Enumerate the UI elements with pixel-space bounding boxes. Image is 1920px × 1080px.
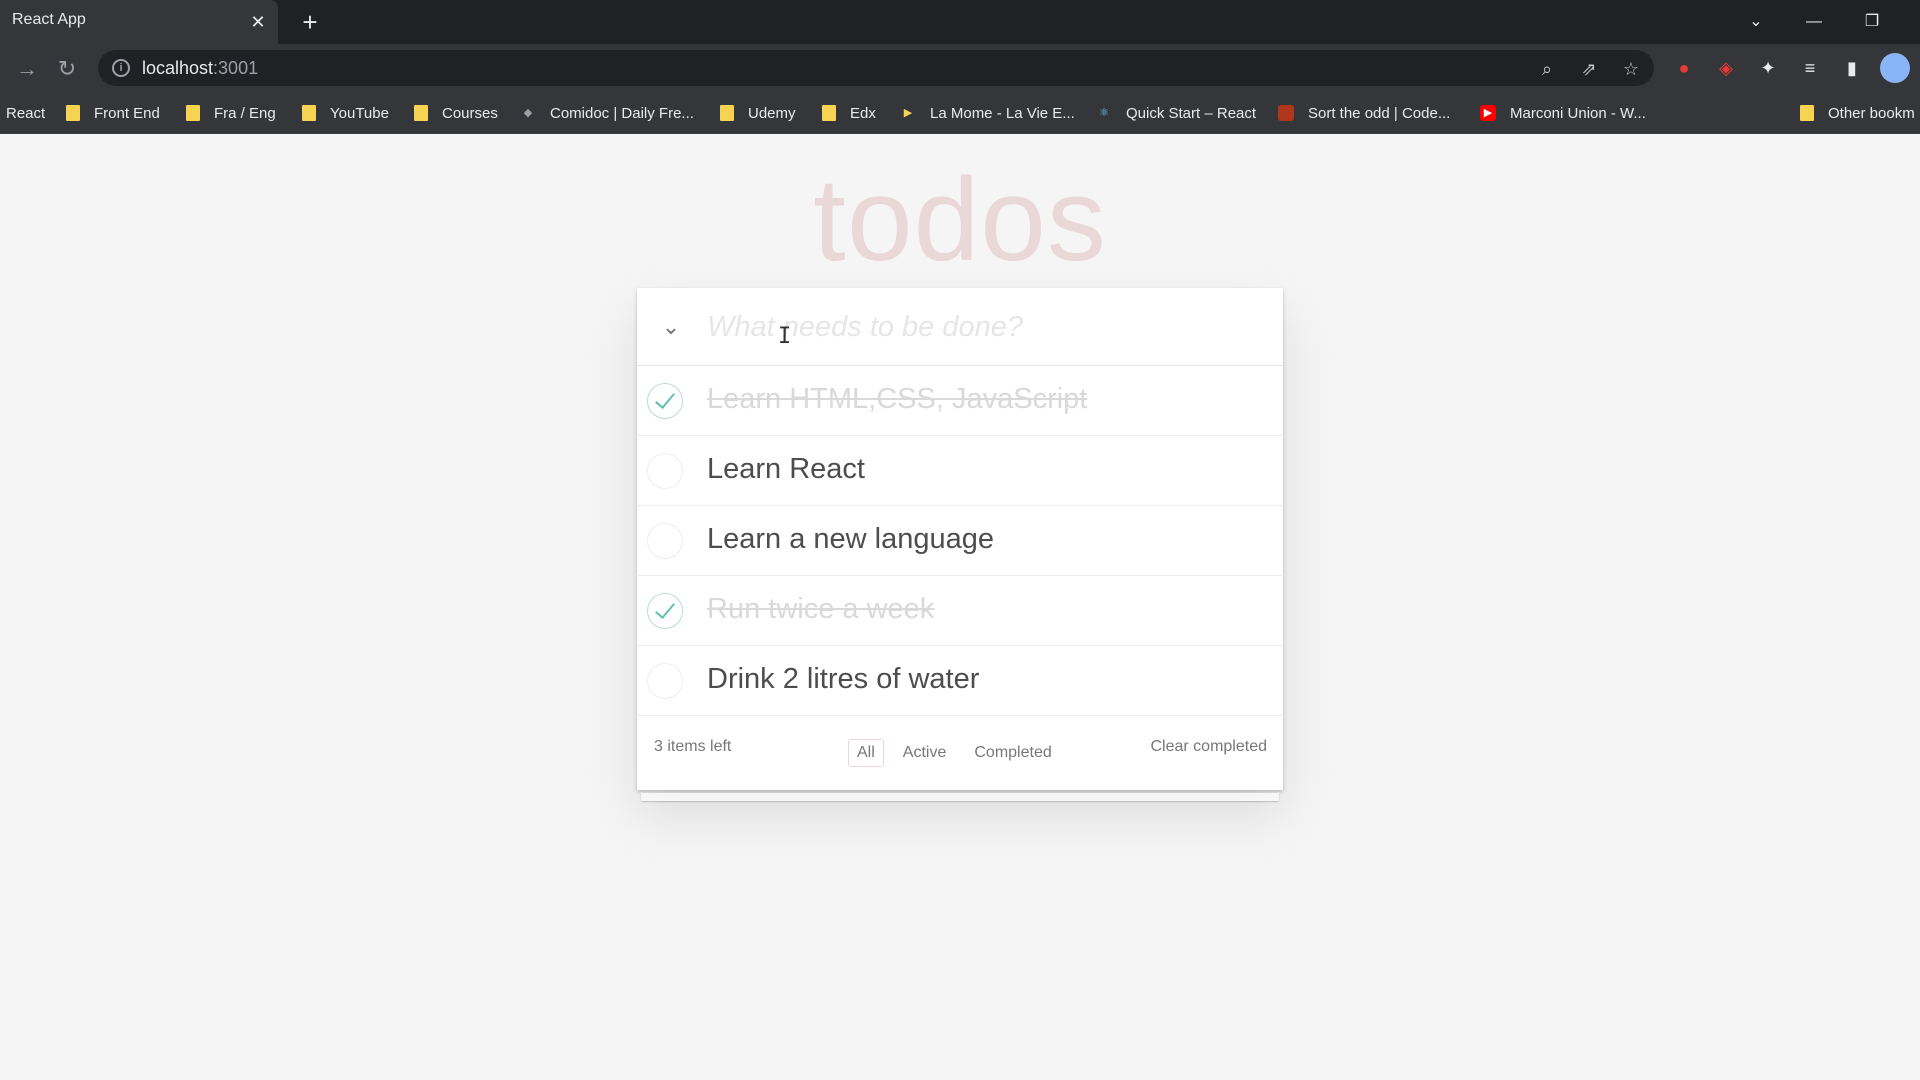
restore-icon[interactable]: ❐ (1852, 8, 1892, 36)
zoom-icon[interactable]: ⌕ (1534, 56, 1560, 82)
todo-header: ⌄ I (637, 288, 1283, 366)
bookmark-label: Fra / Eng (214, 104, 276, 122)
extension-red-icon[interactable]: ● (1670, 54, 1698, 82)
bookmark-item[interactable]: Sort the odd | Code... (1278, 102, 1450, 124)
todo-checkbox[interactable] (647, 663, 683, 699)
todo-checkbox[interactable] (647, 523, 683, 559)
address-bar[interactable]: i localhost:3001 ⌕ ⇗ ☆ (98, 50, 1654, 86)
todo-label[interactable]: Run twice a week (707, 593, 934, 626)
text-cursor-icon: I (778, 324, 792, 349)
bookmark-label: React (6, 104, 46, 122)
react-icon: ⚛ (1099, 107, 1109, 119)
bookmark-label: YouTube (330, 104, 389, 122)
folder-icon (822, 105, 836, 121)
share-icon[interactable]: ⇗ (1576, 56, 1602, 82)
browser-toolbar: → ↻ i localhost:3001 ⌕ ⇗ ☆ ● ◈ ✦ ≡ ▮ (0, 44, 1920, 92)
codewars-icon (1278, 105, 1294, 121)
bookmark-label: Sort the odd | Code... (1308, 104, 1451, 122)
media-controls-icon[interactable]: ≡ (1796, 54, 1824, 82)
bookmark-label: Courses (442, 104, 498, 122)
app-title: todos (813, 154, 1107, 286)
bookmark-item[interactable]: Other bookm (1800, 102, 1915, 124)
tab-search-icon[interactable]: ⌄ (1736, 8, 1776, 36)
todo-checkbox[interactable] (647, 593, 683, 629)
bookmark-item[interactable]: Udemy (720, 102, 796, 124)
bookmark-label: La Mome - La Vie E... (930, 104, 1075, 122)
close-icon[interactable]: ✕ (246, 10, 270, 34)
bookmark-item[interactable]: Edx (822, 102, 876, 124)
tab-react-app[interactable]: React App ✕ (0, 0, 278, 44)
tab-strip: React App ✕ + ⌄ — ❐ (0, 0, 1920, 44)
todo-item[interactable]: Run twice a week (637, 576, 1283, 646)
bookmark-item[interactable]: Courses (414, 102, 498, 124)
todo-footer: 3 items left All Active Completed Clear … (637, 716, 1283, 790)
minimize-icon[interactable]: — (1794, 8, 1834, 36)
bookmark-item[interactable]: Front End (66, 102, 160, 124)
folder-icon (66, 105, 80, 121)
folder-icon (302, 105, 316, 121)
bookmark-label: Front End (94, 104, 160, 122)
folder-icon (186, 105, 200, 121)
filter-all[interactable]: All (848, 739, 884, 767)
bookmark-item[interactable]: ◆ Comidoc | Daily Fre... (520, 102, 694, 124)
filter-active[interactable]: Active (894, 739, 956, 767)
bookmark-item[interactable]: React (6, 102, 45, 124)
todo-item[interactable]: Learn React (637, 436, 1283, 506)
todo-item[interactable]: Drink 2 litres of water (637, 646, 1283, 716)
todo-list: Learn HTML,CSS, JavaScript Learn React L… (637, 366, 1283, 716)
tab-title: React App (12, 11, 86, 28)
bookmark-star-icon[interactable]: ☆ (1618, 56, 1644, 82)
profile-avatar[interactable] (1880, 53, 1910, 83)
stacked-paper-edge (641, 793, 1279, 801)
forward-icon[interactable]: → (12, 54, 42, 84)
bookmark-label: Other bookm (1828, 104, 1915, 122)
url-port: :3001 (213, 58, 259, 78)
side-panel-icon[interactable]: ▮ (1838, 54, 1866, 82)
bookmarks-bar: React Front End Fra / Eng YouTube Course… (0, 92, 1920, 134)
play-icon: ▶ (903, 107, 913, 119)
bookmark-item[interactable]: ▶ Marconi Union - W... (1480, 102, 1646, 124)
bookmark-label: Quick Start – React (1126, 104, 1257, 122)
folder-icon (720, 105, 734, 121)
youtube-icon: ▶ (1480, 105, 1496, 121)
todo-label[interactable]: Learn a new language (707, 523, 994, 556)
bookmark-label: Edx (850, 104, 876, 122)
bookmark-item[interactable]: ⚛ Quick Start – React (1096, 102, 1256, 124)
todo-checkbox[interactable] (647, 453, 683, 489)
bookmark-label: Comidoc | Daily Fre... (550, 104, 694, 122)
comidoc-icon: ◆ (523, 107, 533, 119)
todo-label[interactable]: Learn React (707, 453, 865, 486)
chevron-down-icon[interactable]: ⌄ (651, 312, 691, 342)
filter-group: All Active Completed (848, 739, 1071, 767)
plus-icon[interactable]: + (296, 8, 324, 36)
items-left-count: 3 items left (654, 738, 732, 755)
todo-app: ⌄ I Learn HTML,CSS, JavaScript Learn Rea… (637, 288, 1283, 790)
extensions-puzzle-icon[interactable]: ✦ (1754, 54, 1782, 82)
folder-icon (414, 105, 428, 121)
clear-completed-button[interactable]: Clear completed (1151, 738, 1268, 756)
reload-icon[interactable]: ↻ (52, 54, 82, 84)
todo-item[interactable]: Learn HTML,CSS, JavaScript (637, 366, 1283, 436)
filter-completed[interactable]: Completed (965, 739, 1060, 767)
todo-item[interactable]: Learn a new language (637, 506, 1283, 576)
url-host: localhost (142, 58, 214, 78)
todo-label[interactable]: Learn HTML,CSS, JavaScript (707, 383, 1087, 416)
bookmark-item[interactable]: ▶ La Mome - La Vie E... (900, 102, 1075, 124)
bookmark-item[interactable]: YouTube (302, 102, 389, 124)
todo-label[interactable]: Drink 2 litres of water (707, 663, 979, 696)
info-icon[interactable]: i (112, 59, 130, 77)
browser-chrome: React App ✕ + ⌄ — ❐ → ↻ i localhost:3001… (0, 0, 1920, 134)
bookmark-label: Udemy (748, 104, 796, 122)
bookmark-label: Marconi Union - W... (1510, 104, 1646, 122)
folder-icon (1800, 105, 1814, 121)
todo-checkbox[interactable] (647, 383, 683, 419)
extension-shield-icon[interactable]: ◈ (1712, 54, 1740, 82)
bookmark-item[interactable]: Fra / Eng (186, 102, 276, 124)
url-text[interactable]: localhost:3001 (142, 58, 258, 79)
